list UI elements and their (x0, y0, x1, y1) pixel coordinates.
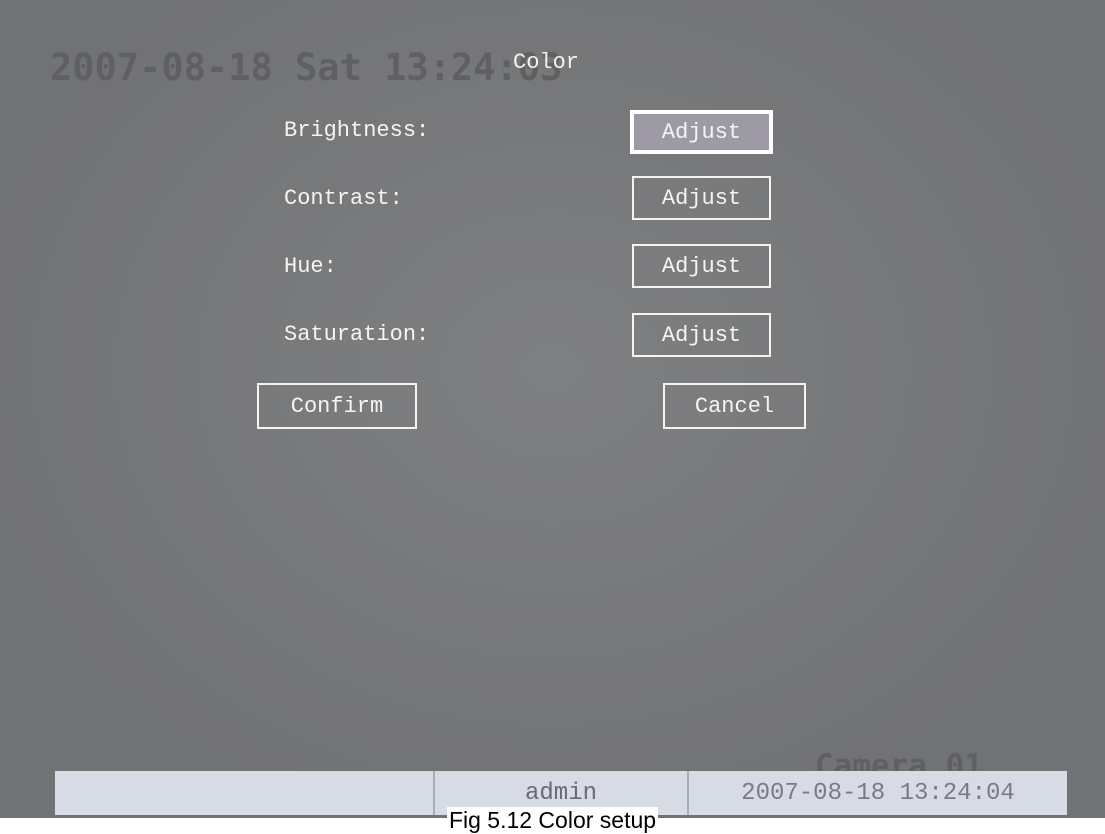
contrast-adjust-button[interactable]: Adjust (632, 176, 771, 220)
saturation-adjust-button[interactable]: Adjust (632, 313, 771, 357)
figure-caption: Fig 5.12 Color setup (0, 806, 1105, 834)
brightness-label: Brightness: (284, 118, 430, 143)
confirm-button[interactable]: Confirm (257, 383, 417, 429)
brightness-adjust-button[interactable]: Adjust (630, 110, 773, 154)
hue-adjust-button[interactable]: Adjust (632, 244, 771, 288)
osd-datetime: 2007-08-18 Sat 13:24:03 (50, 46, 563, 89)
dvr-screen: 2007-08-18 Sat 13:24:03 Color Brightness… (0, 0, 1105, 818)
saturation-label: Saturation: (284, 322, 430, 347)
contrast-label: Contrast: (284, 186, 403, 211)
cancel-button[interactable]: Cancel (663, 383, 806, 429)
figure-caption-text: Fig 5.12 Color setup (446, 807, 659, 833)
hue-label: Hue: (284, 254, 337, 279)
menu-title: Color (513, 50, 580, 75)
